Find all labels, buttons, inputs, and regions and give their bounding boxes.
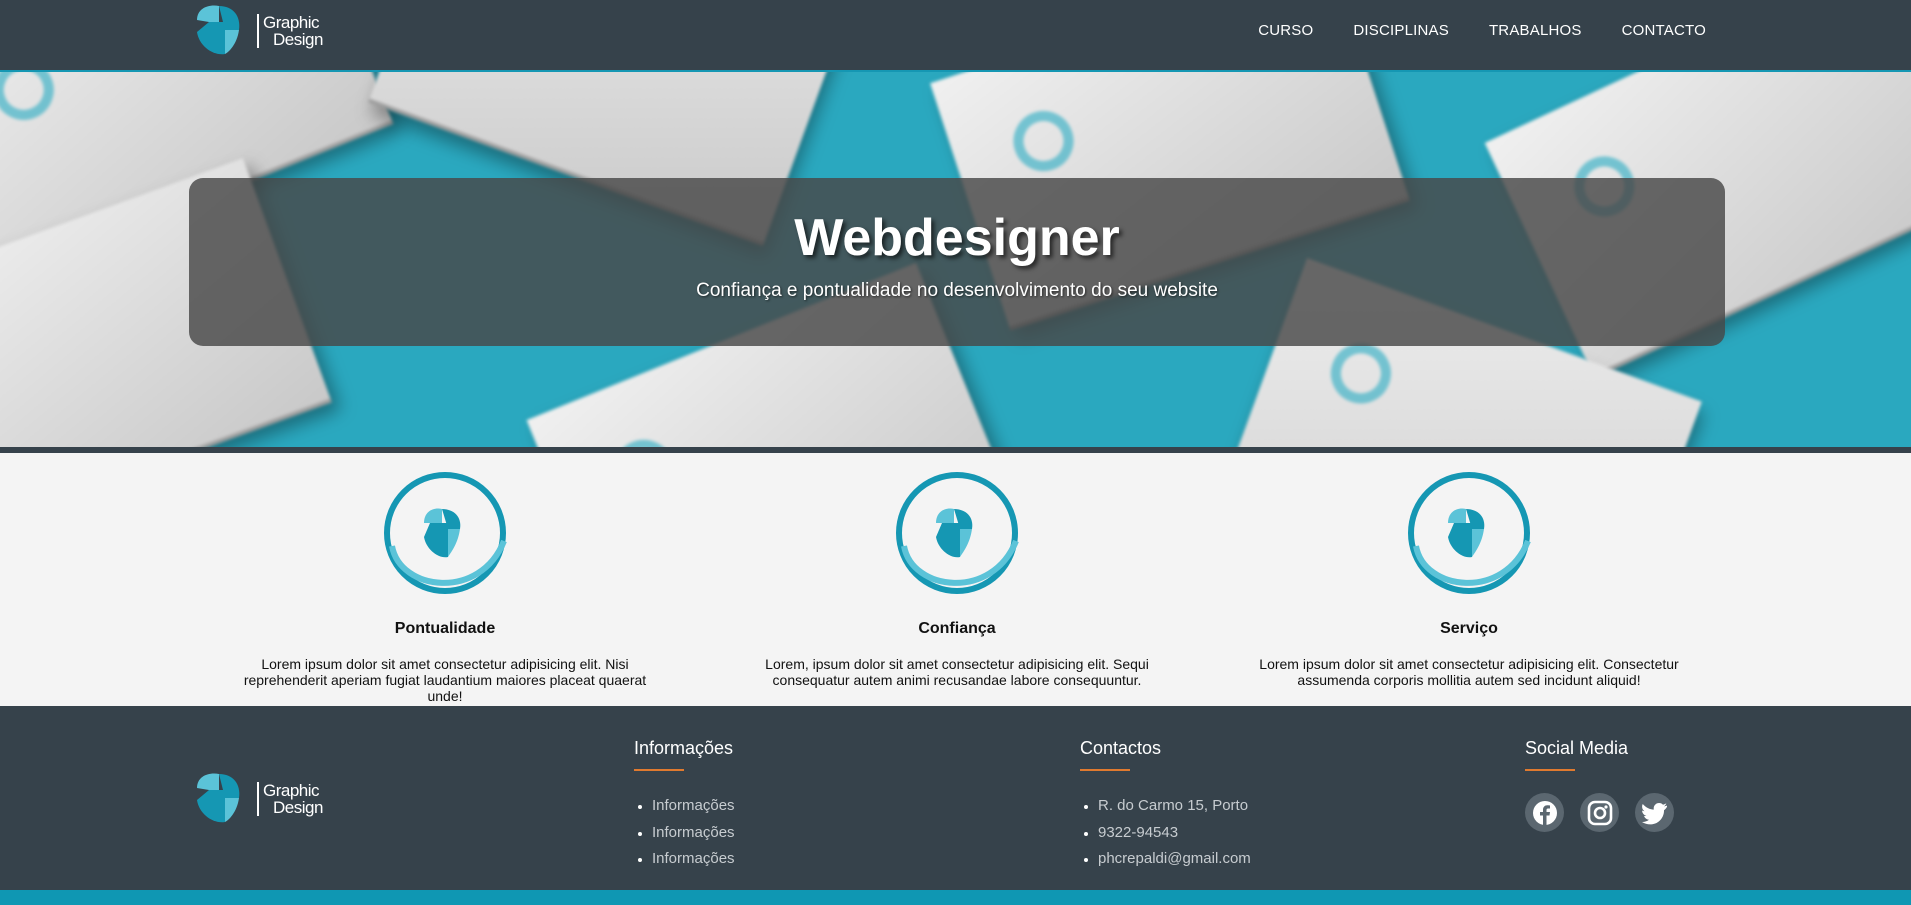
footer-social-column: Social Media	[1525, 738, 1674, 832]
heading-underline	[1080, 769, 1130, 771]
nav-trabalhos[interactable]: TRABALHOS	[1489, 22, 1582, 39]
feature-confianca: Confiança Lorem, ipsum dolor sit amet co…	[747, 471, 1167, 688]
features-section: Pontualidade Lorem ipsum dolor sit amet …	[0, 459, 1911, 706]
logo-text-line1: Graphic	[263, 781, 320, 800]
feature-text: Lorem ipsum dolor sit amet consectetur a…	[1259, 656, 1679, 688]
contact-email[interactable]: phcrepaldi@gmail.com	[1098, 846, 1251, 873]
heading-underline	[1525, 769, 1575, 771]
footer-social-heading: Social Media	[1525, 738, 1629, 758]
footer-logo[interactable]: Graphic Design	[189, 770, 323, 828]
social-links	[1525, 793, 1674, 832]
hero-subtitle: Confiança e pontualidade no desenvolvime…	[696, 280, 1218, 301]
twitter-button[interactable]	[1635, 793, 1674, 832]
contact-address: R. do Carmo 15, Porto	[1098, 793, 1251, 820]
hero-banner: Webdesigner Confiança e pontualidade no …	[189, 178, 1725, 346]
logo-mark-icon	[197, 773, 240, 823]
footer-info-list: Informações Informações Informações	[634, 793, 735, 873]
feature-servico: Serviço Lorem ipsum dolor sit amet conse…	[1259, 471, 1679, 688]
nav-disciplinas[interactable]: DISCIPLINAS	[1353, 22, 1449, 39]
nav-contacto[interactable]: CONTACTO	[1622, 22, 1706, 39]
footer-contacts-heading: Contactos	[1080, 738, 1162, 758]
footer-info-column: Informações Informações Informações Info…	[634, 738, 735, 873]
feature-title: Confiança	[918, 620, 996, 637]
brand-circle-icon	[896, 472, 1019, 594]
instagram-button[interactable]	[1580, 793, 1619, 832]
footer-contacts-list: R. do Carmo 15, Porto 9322-94543 phcrepa…	[1080, 793, 1251, 873]
feature-text: Lorem, ipsum dolor sit amet consectetur …	[765, 656, 1149, 688]
logo-text-line2: Design	[273, 30, 323, 49]
facebook-icon	[1532, 800, 1557, 825]
feature-text: Lorem ipsum dolor sit amet consectetur a…	[243, 656, 647, 704]
main-nav: CURSO DISCIPLINAS TRABALHOS CONTACTO	[1258, 22, 1706, 39]
footer-contacts-column: Contactos R. do Carmo 15, Porto 9322-945…	[1080, 738, 1251, 873]
feature-pontualidade: Pontualidade Lorem ipsum dolor sit amet …	[235, 471, 655, 704]
site-footer: Graphic Design Informações Informações I…	[0, 706, 1911, 890]
logo-text-line1: Graphic	[263, 13, 320, 32]
brand-circle-icon	[384, 472, 507, 594]
contact-phone[interactable]: 9322-94543	[1098, 820, 1251, 847]
heading-underline	[634, 769, 684, 771]
brand-circle-icon	[1408, 472, 1531, 594]
footer-info-link[interactable]: Informações	[652, 820, 735, 847]
feature-title: Pontualidade	[394, 620, 496, 637]
hero-title: Webdesigner	[794, 209, 1120, 267]
nav-curso[interactable]: CURSO	[1258, 22, 1313, 39]
site-header: Graphic Design CURSO DISCIPLINAS TRABALH…	[0, 0, 1911, 72]
logo-mark-icon	[197, 5, 240, 55]
feature-title: Serviço	[1440, 620, 1498, 637]
footer-info-heading: Informações	[634, 738, 734, 758]
hero-section: Webdesigner Confiança e pontualidade no …	[0, 72, 1911, 453]
logo-text-line2: Design	[273, 798, 323, 817]
footer-info-link[interactable]: Informações	[652, 793, 735, 820]
instagram-icon	[1587, 800, 1612, 825]
footer-info-link[interactable]: Informações	[652, 846, 735, 873]
facebook-button[interactable]	[1525, 793, 1564, 832]
site-logo[interactable]: Graphic Design	[189, 2, 323, 60]
twitter-icon	[1641, 802, 1667, 824]
footer-bottom-bar	[0, 890, 1911, 905]
